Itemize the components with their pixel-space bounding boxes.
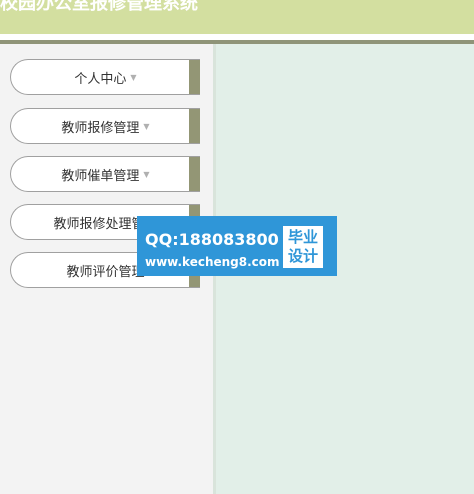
sidebar-item-accent-bar	[189, 157, 200, 191]
watermark-badge-line1: 毕业	[287, 228, 318, 246]
chevron-down-icon: ▼	[130, 72, 137, 82]
sidebar-item-personal-center[interactable]: 个人中心 ▼	[10, 59, 200, 95]
app-header: 校园办公室报修管理系统	[0, 0, 474, 34]
watermark-badge: 毕业 设计	[283, 226, 323, 268]
sidebar-item-accent-bar	[189, 109, 200, 143]
sidebar-item-label: 教师报修管理	[61, 120, 140, 136]
sidebar-item-accent-bar	[189, 60, 200, 94]
watermark-qq: QQ:188083800	[145, 230, 279, 249]
sidebar-item-label: 个人中心	[74, 71, 127, 87]
chevron-down-icon: ▼	[143, 169, 150, 179]
chevron-down-icon: ▼	[143, 121, 150, 131]
watermark-badge-line2: 设计	[287, 247, 318, 265]
sidebar-item-label: 教师催单管理	[61, 168, 140, 184]
watermark-overlay: QQ:188083800 www.kecheng8.com 毕业 设计	[137, 216, 337, 276]
watermark-url: www.kecheng8.com	[145, 255, 280, 269]
sidebar-item-label: 教师评价管理	[66, 264, 145, 280]
app-title: 校园办公室报修管理系统	[0, 0, 198, 14]
sidebar-item-teacher-reminder-management[interactable]: 教师催单管理 ▼	[10, 156, 200, 192]
sidebar-item-teacher-repair-management[interactable]: 教师报修管理 ▼	[10, 108, 200, 144]
